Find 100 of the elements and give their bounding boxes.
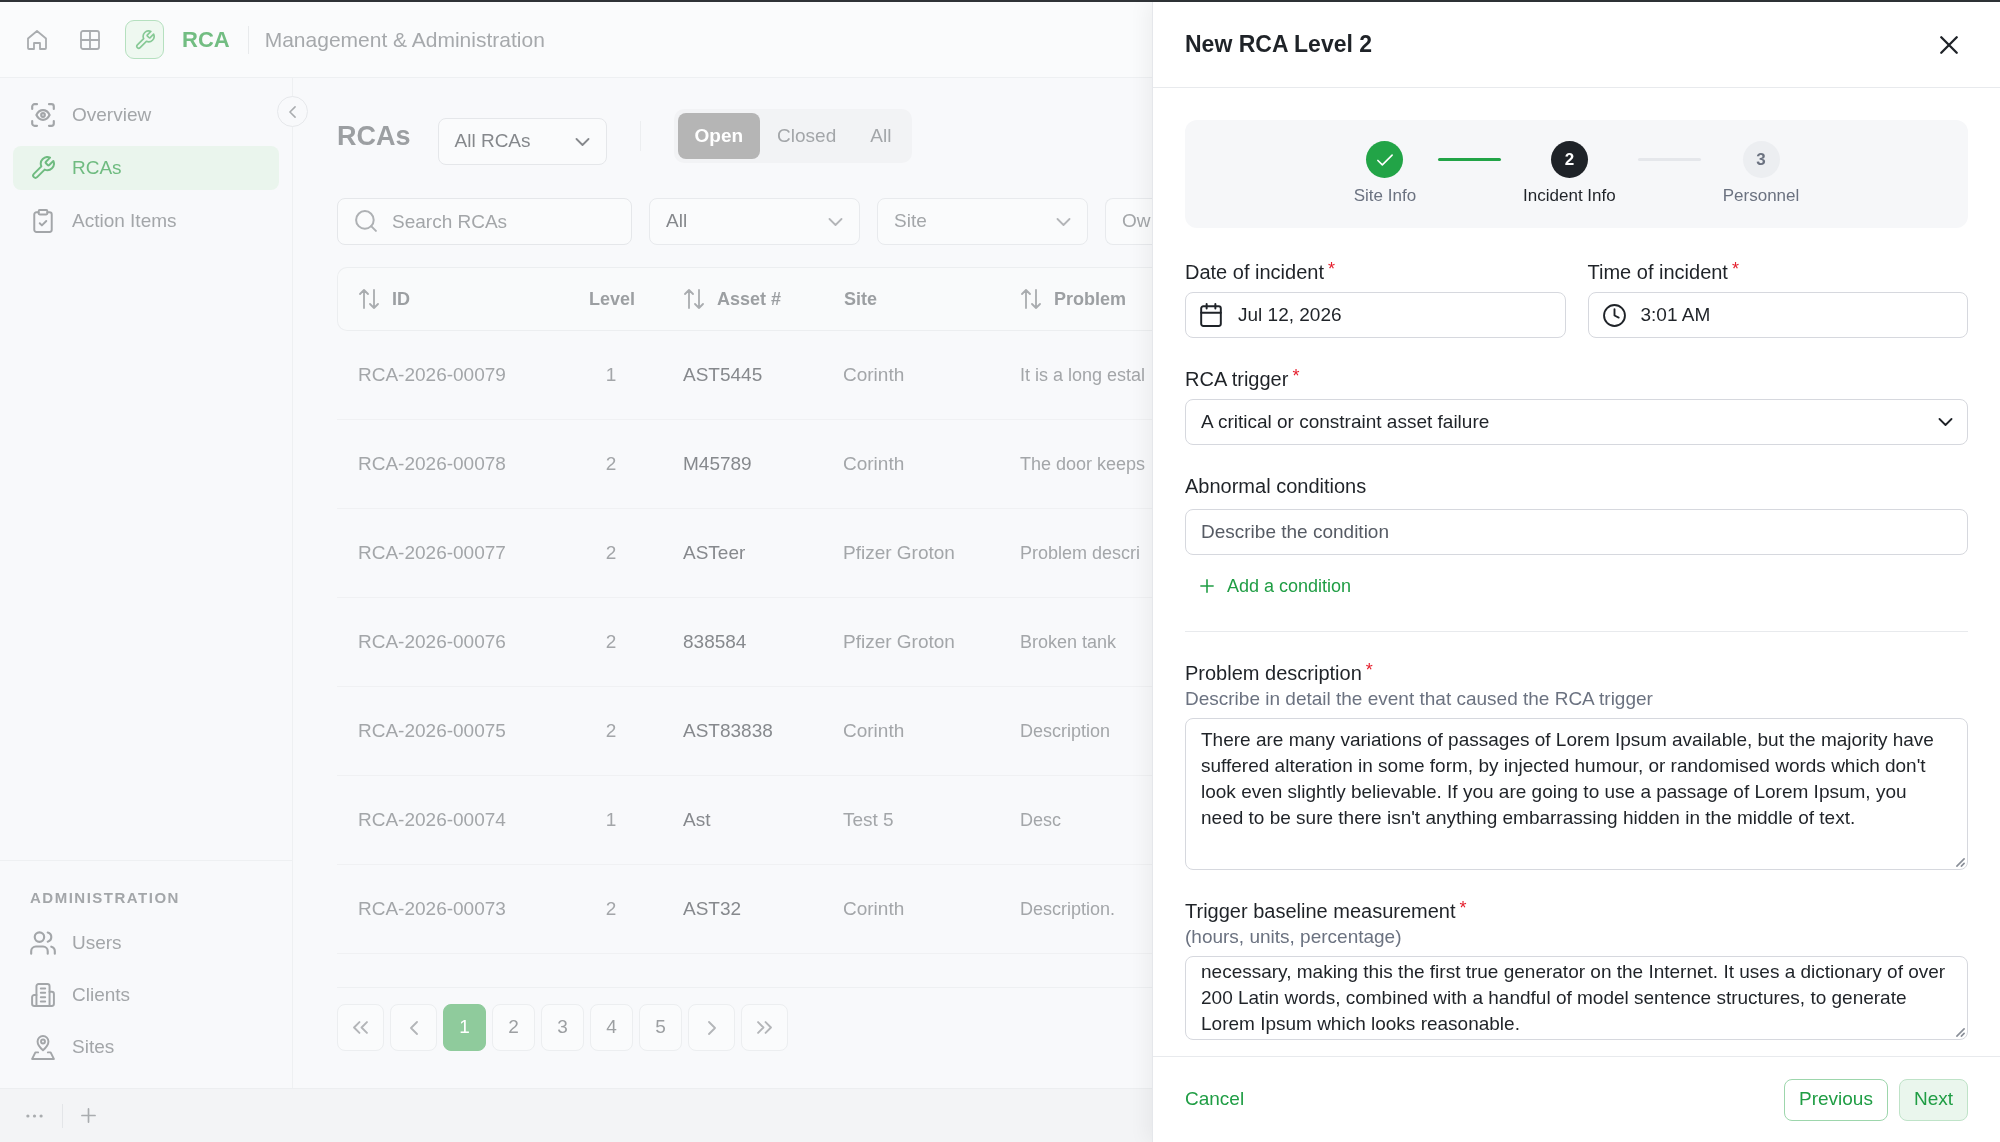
table-cell-text: 2 [605, 629, 617, 654]
column-header[interactable]: Problem [1021, 285, 1127, 313]
previous-page-button[interactable] [390, 1004, 437, 1051]
table-cell-text: Broken tank [1020, 630, 1117, 654]
page-button[interactable]: 2 [492, 1004, 535, 1051]
textarea-field[interactable]: There are many variations of passages of Lorem Ipsum available, but the majority have suffered alteration in some form, by injected humour, or randomised words which don't look even slightly believable. If you are going to use a passage of Lorem Ipsum, you need to be sure there isn't anything embarrassing hidden in the middle of text. [1185, 718, 1968, 870]
table-cell-text: Desc [1020, 808, 1061, 832]
resize-handle-icon[interactable] [1956, 858, 1965, 867]
field-label: Date of incident [1185, 260, 1324, 285]
required-mark: * [1365, 660, 1373, 680]
step-number: 2 [1550, 141, 1588, 178]
first-page-button[interactable] [337, 1004, 384, 1051]
table-cell-text: Description. [1020, 897, 1116, 921]
sort-icon [684, 289, 704, 309]
field-label: Trigger baseline measurement [1185, 899, 1456, 924]
page-button[interactable]: 3 [541, 1004, 584, 1051]
table-cell-text: Corinth [843, 362, 905, 387]
table-cell-text: Test 5 [843, 807, 894, 832]
page-button[interactable]: 4 [590, 1004, 633, 1051]
field-label: RCA trigger [1185, 367, 1289, 392]
table-cell-text: Ast [683, 807, 711, 832]
page-heading: RCAs [337, 120, 411, 153]
column-header[interactable]: ID [359, 285, 410, 313]
table-cell-text: Corinth [843, 718, 905, 743]
clipboard-check-icon [33, 209, 53, 233]
building-icon [31, 983, 55, 1007]
table-cell-text: 1 [605, 807, 617, 832]
status-tab[interactable]: Closed [760, 113, 854, 159]
resize-handle-icon[interactable] [1956, 1028, 1965, 1037]
required-mark: * [1731, 259, 1739, 279]
wrench-icon [125, 20, 164, 59]
textarea-field[interactable]: necessary, making this the first true generator on the Internet. It uses a dictionary of over 200 Latin words, combined with a handful of model sentence structures, to generate Lorem Ipsum which looks reasonable. [1185, 956, 1968, 1040]
plus-icon[interactable] [81, 1108, 96, 1123]
add-condition-button[interactable]: Add a condition [1200, 573, 1352, 599]
table-cell-text: 1 [605, 362, 617, 387]
sidebar-item[interactable]: Overview [13, 93, 279, 137]
page-button[interactable]: 1 [443, 1004, 486, 1051]
column-header: Level [589, 287, 635, 311]
chevron-down-icon [574, 137, 590, 146]
cancel-button[interactable]: Cancel [1173, 1077, 1257, 1122]
map-pin-icon [31, 1034, 55, 1060]
grid-icon[interactable] [80, 29, 100, 50]
chevron-down-icon [1056, 217, 1071, 226]
filter-select[interactable]: All [649, 198, 860, 245]
table-cell-text: RCA-2026-00078 [358, 451, 506, 476]
search-field[interactable]: Search RCAs [337, 198, 632, 245]
dropdown-select[interactable]: A critical or constraint asset failure [1185, 399, 1968, 445]
sidebar-item[interactable]: Action Items [13, 199, 279, 243]
step-label: Personnel [1722, 185, 1800, 207]
table-cell-text: RCA-2026-00073 [358, 896, 506, 921]
field-label: Problem description [1185, 661, 1362, 686]
status-tab[interactable]: All [853, 113, 909, 159]
plus-icon [1200, 579, 1214, 593]
table-cell-text: Problem descri [1020, 541, 1141, 565]
next-page-button[interactable] [688, 1004, 735, 1051]
collapse-button[interactable] [277, 96, 308, 127]
table-cell-text: AST32 [683, 896, 742, 921]
page-button[interactable]: 5 [639, 1004, 682, 1051]
last-page-button[interactable] [741, 1004, 788, 1051]
close-button[interactable] [1938, 33, 1960, 56]
table-cell-text: ASTeer [683, 540, 746, 565]
scope-select[interactable]: All RCAs [437, 118, 607, 165]
chevron-left-icon [289, 105, 296, 118]
filter-select[interactable]: Ow [1105, 198, 1152, 245]
status-tab[interactable]: Open [677, 113, 761, 159]
sidebar-item[interactable]: Users [13, 921, 279, 965]
chevron-down-icon [1938, 418, 1953, 426]
filter-select[interactable]: Site [877, 198, 1088, 245]
previous-button[interactable]: Previous [1784, 1078, 1888, 1121]
step-connector [1438, 158, 1502, 161]
table-cell-text: 2 [605, 718, 617, 743]
more-icon[interactable] [26, 1113, 43, 1118]
sidebar-item[interactable]: RCAs [13, 146, 279, 190]
wrench-icon [31, 156, 55, 180]
sidebar-item[interactable]: Clients [13, 973, 279, 1017]
required-mark: * [1292, 366, 1300, 386]
sidebar-item[interactable]: Sites [13, 1025, 279, 1069]
time-field[interactable]: 3:01 AM [1587, 292, 1968, 338]
home-icon[interactable] [27, 29, 47, 50]
next-button[interactable]: Next [1898, 1078, 1968, 1121]
table-cell-text: 838584 [683, 629, 747, 654]
table-cell-text: RCA-2026-00074 [358, 807, 506, 832]
chevron-right-icon [707, 1020, 716, 1035]
table-cell-text: Pfizer Groton [843, 629, 955, 654]
scan-eye-icon [31, 103, 55, 127]
app-name: RCA [182, 26, 230, 54]
text-input-field[interactable]: Describe the condition [1185, 509, 1968, 555]
table-cell-text: Corinth [843, 896, 905, 921]
section-title: Management & Administration [264, 26, 545, 53]
table-cell-text: M45789 [683, 451, 752, 476]
table-cell-text: AST83838 [683, 718, 773, 743]
users-icon [30, 931, 56, 955]
step-label: Incident Info [1523, 185, 1616, 207]
table-cell-text: RCA-2026-00075 [358, 718, 506, 743]
chevron-down-icon [828, 217, 843, 226]
field-label: Time of incident [1587, 260, 1728, 285]
table-cell-text: 2 [605, 540, 617, 565]
table-cell-text: RCA-2026-00079 [358, 362, 506, 387]
date-field[interactable]: Jul 12, 2026 [1185, 292, 1566, 338]
column-header[interactable]: Asset # [684, 285, 782, 313]
